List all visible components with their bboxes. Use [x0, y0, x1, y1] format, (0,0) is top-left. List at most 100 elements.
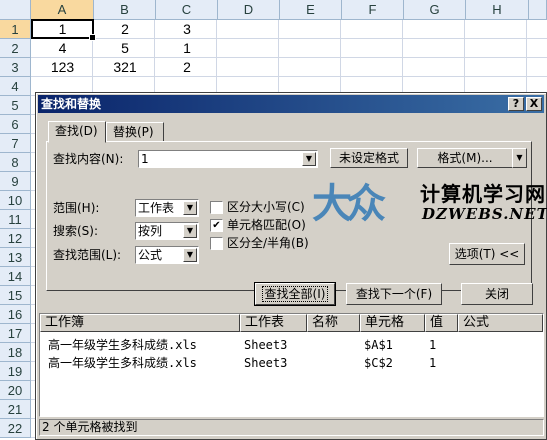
row-header-8[interactable]: 8 [0, 153, 31, 172]
column-header-b[interactable]: B [94, 0, 156, 20]
column-header-e[interactable]: E [280, 0, 342, 20]
result-cell: $A$1 [364, 338, 393, 352]
format-dropdown-icon[interactable]: ▼ [512, 148, 527, 168]
within-value: 工作表 [138, 201, 175, 215]
tab-replace[interactable]: 替换(P) [106, 122, 164, 142]
close-button[interactable]: 关闭 [461, 283, 533, 305]
results-header-sheet[interactable]: 工作表 [240, 314, 307, 332]
row-header-20[interactable]: 20 [0, 381, 31, 400]
column-header-c[interactable]: C [156, 0, 218, 20]
row-header-12[interactable]: 12 [0, 229, 31, 248]
row-header-19[interactable]: 19 [0, 362, 31, 381]
cell-c1[interactable]: 3 [156, 20, 218, 39]
tab-find[interactable]: 查找(D) [48, 121, 106, 143]
row-header-10[interactable]: 10 [0, 191, 31, 210]
look-in-select[interactable]: 公式 ▼ [135, 246, 199, 264]
cell-c3[interactable]: 2 [156, 58, 218, 77]
results-header-formula[interactable]: 公式 [458, 314, 543, 332]
within-select[interactable]: 工作表 ▼ [135, 199, 199, 217]
row-header-6[interactable]: 6 [0, 115, 31, 134]
find-next-button-label: 查找下一个(F) [355, 287, 433, 301]
close-icon[interactable]: X [526, 97, 542, 111]
row-header-11[interactable]: 11 [0, 210, 31, 229]
row-header-14[interactable]: 14 [0, 267, 31, 286]
match-entire-cell-label[interactable]: 单元格匹配(O) [227, 216, 306, 234]
options-button-label: 选项(T) << [454, 247, 520, 261]
row-header-15[interactable]: 15 [0, 286, 31, 305]
search-label: 搜索(S): [53, 224, 99, 238]
find-all-button-label: 查找全部(I) [261, 286, 329, 302]
cell-b2[interactable]: 5 [94, 39, 156, 58]
results-header-name[interactable]: 名称 [307, 314, 360, 332]
column-header-g[interactable]: G [404, 0, 466, 20]
watermark: 大众 计算机学习网 DZWEBS.NET [312, 175, 547, 237]
look-in-value: 公式 [138, 248, 163, 262]
row-header-17[interactable]: 17 [0, 324, 31, 343]
watermark-site-name: 计算机学习网 [420, 182, 546, 206]
row-header-1[interactable]: 1 [0, 20, 31, 39]
result-sheet: Sheet3 [244, 356, 288, 370]
within-dropdown-icon[interactable]: ▼ [183, 201, 197, 215]
result-value: 1 [429, 338, 437, 352]
format-status-preview: 未设定格式 [330, 148, 408, 168]
match-byte-label[interactable]: 区分全/半角(B) [227, 234, 309, 252]
watermark-logo: 大众 [312, 181, 386, 227]
row-header-5[interactable]: 5 [0, 96, 31, 115]
within-label: 范围(H): [53, 201, 100, 215]
results-header-workbook[interactable]: 工作簿 [40, 314, 240, 332]
result-workbook: 高一年级学生多科成绩.xls [48, 356, 197, 370]
search-value: 按列 [138, 224, 163, 238]
row-header-21[interactable]: 21 [0, 400, 31, 419]
cell-b1[interactable]: 2 [94, 20, 156, 39]
find-all-button[interactable]: 查找全部(I) [254, 282, 336, 306]
cell-c2[interactable]: 1 [156, 39, 218, 58]
match-entire-cell-checkbox[interactable]: ✔ [210, 219, 223, 232]
row-header-22[interactable]: 22 [0, 419, 31, 438]
status-bar: 2 个单元格被找到 [39, 419, 544, 436]
row-header-4[interactable]: 4 [0, 77, 31, 96]
column-header-d[interactable]: D [218, 0, 280, 20]
match-byte-checkbox[interactable] [210, 237, 223, 250]
row-header-3[interactable]: 3 [0, 58, 31, 77]
options-button[interactable]: 选项(T) << [449, 243, 525, 265]
close-button-label: 关闭 [484, 287, 509, 301]
format-button-label: 格式(M)... [437, 151, 493, 165]
match-case-label[interactable]: 区分大小写(C) [227, 198, 305, 216]
row-header-9[interactable]: 9 [0, 172, 31, 191]
look-in-label: 查找范围(L): [53, 248, 122, 262]
results-header-cell[interactable]: 单元格 [360, 314, 425, 332]
cell-b3[interactable]: 321 [94, 58, 156, 77]
column-header-partial[interactable] [529, 0, 547, 20]
match-case-checkbox[interactable] [210, 201, 223, 214]
find-what-label: 查找内容(N): [53, 152, 124, 166]
dialog-title: 查找和替换 [41, 97, 102, 111]
search-dropdown-icon[interactable]: ▼ [183, 224, 197, 238]
find-next-button[interactable]: 查找下一个(F) [346, 283, 442, 305]
row-header-13[interactable]: 13 [0, 248, 31, 267]
cell-a2[interactable]: 4 [31, 39, 94, 58]
format-button[interactable]: 格式(M)... [417, 148, 513, 168]
select-all-corner[interactable] [0, 0, 31, 20]
column-header-f[interactable]: F [342, 0, 404, 20]
result-cell: $C$2 [364, 356, 393, 370]
find-history-dropdown-icon[interactable]: ▼ [302, 152, 316, 166]
results-header-value[interactable]: 值 [425, 314, 458, 332]
cell-a3[interactable]: 123 [31, 58, 94, 77]
result-sheet: Sheet3 [244, 338, 288, 352]
row-header-2[interactable]: 2 [0, 39, 31, 58]
help-button[interactable]: ? [508, 97, 524, 111]
search-order-select[interactable]: 按列 ▼ [135, 222, 199, 240]
row-header-7[interactable]: 7 [0, 134, 31, 153]
row-header-16[interactable]: 16 [0, 305, 31, 324]
find-what-value: 1 [141, 152, 149, 166]
results-list[interactable]: 工作簿 工作表 名称 单元格 值 公式 高一年级学生多科成绩.xls Sheet… [39, 313, 544, 417]
column-header-a[interactable]: A [31, 0, 94, 20]
active-cell-cursor [31, 19, 96, 41]
find-what-input[interactable]: 1 ▼ [138, 150, 318, 168]
dialog-titlebar[interactable]: 查找和替换 ? X [38, 95, 544, 113]
column-header-h[interactable]: H [466, 0, 529, 20]
find-replace-dialog: 查找和替换 ? X 查找(D) 替换(P) 查找内容(N): 1 ▼ 未设定格式… [35, 92, 547, 440]
look-in-dropdown-icon[interactable]: ▼ [183, 248, 197, 262]
row-header-18[interactable]: 18 [0, 343, 31, 362]
result-value: 1 [429, 356, 437, 370]
